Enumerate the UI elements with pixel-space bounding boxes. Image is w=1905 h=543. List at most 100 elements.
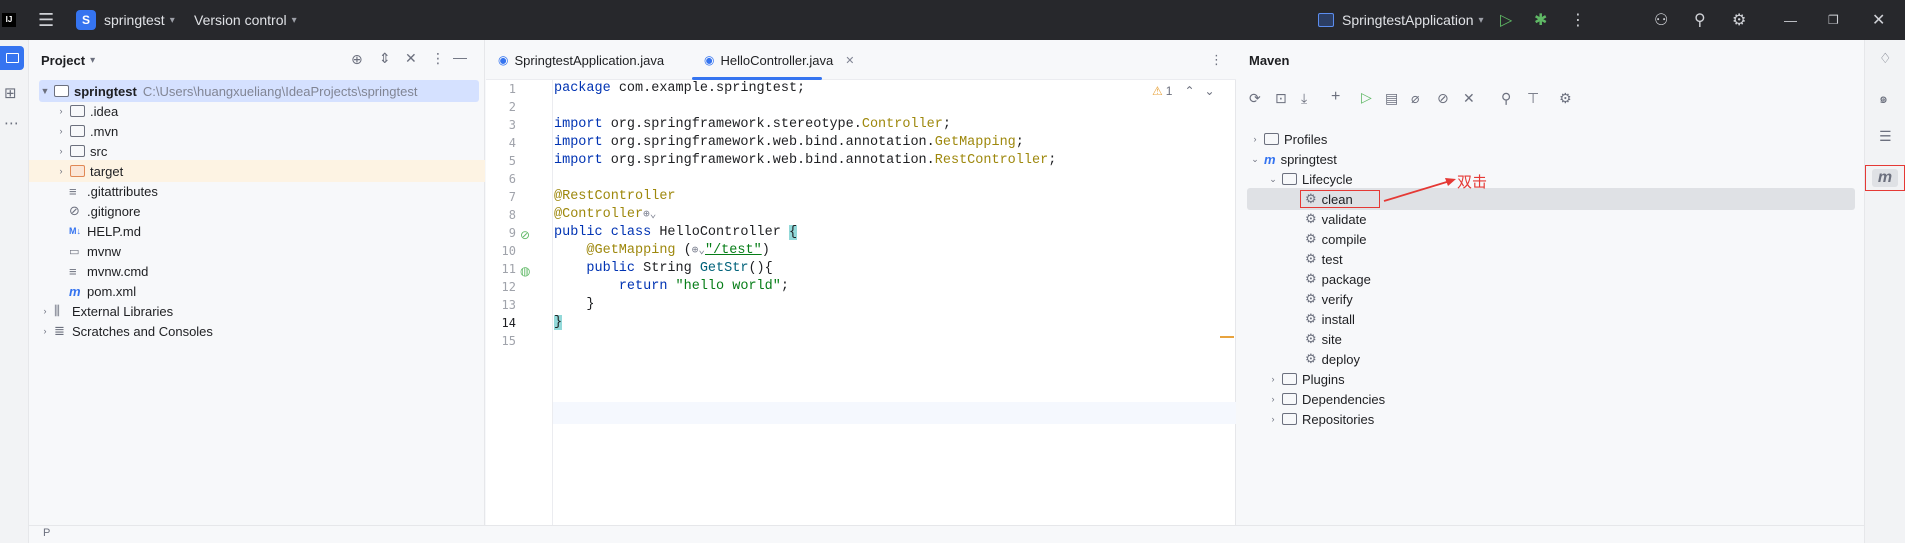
maven-project-springtest[interactable]: ⌄ m springtest xyxy=(1249,148,1337,170)
tree-item-src[interactable]: › src xyxy=(55,140,108,162)
minimize-button[interactable]: — xyxy=(1784,0,1797,40)
tree-item-label: deploy xyxy=(1321,351,1360,367)
java-class-icon: ◉ xyxy=(704,53,715,67)
lifecycle-phase-clean[interactable]: ⚙ clean xyxy=(1305,188,1353,210)
skip-tests-icon[interactable]: ⊘ xyxy=(1437,90,1449,107)
lifecycle-phase-site[interactable]: ⚙ site xyxy=(1305,328,1342,350)
tree-item-label: .idea xyxy=(90,103,119,119)
run-config-selector[interactable]: SpringtestApplication ▾ xyxy=(1318,0,1484,40)
vcs-menu[interactable]: Version control ▾ xyxy=(194,0,297,40)
lifecycle-phase-compile[interactable]: ⚙ compile xyxy=(1305,228,1366,250)
lifecycle-phase-test[interactable]: ⚙ test xyxy=(1305,248,1343,270)
tree-item-help-md[interactable]: M↓ HELP.md xyxy=(69,220,141,242)
structure-tool-button[interactable]: ⊞ xyxy=(4,84,17,102)
code-line-5[interactable]: import org.springframework.web.bind.anno… xyxy=(554,150,1056,172)
tree-item-mvn[interactable]: › .mvn xyxy=(55,120,119,142)
warning-stripe-marker[interactable] xyxy=(1220,336,1234,338)
collapse-all-icon[interactable]: ✕ xyxy=(405,50,417,67)
notifications-icon[interactable]: ♢ xyxy=(1879,50,1892,67)
more-vertical-icon[interactable]: ⋮ xyxy=(431,50,445,67)
add-user-button[interactable]: ⚇ xyxy=(1654,0,1668,40)
ai-assistant-icon[interactable]: ๑ xyxy=(1879,88,1888,110)
expand-all-icon[interactable]: ⇕ xyxy=(379,50,391,67)
maven-dependencies[interactable]: › Dependencies xyxy=(1267,388,1386,410)
globe-icon[interactable]: ⊕⌄ xyxy=(643,209,656,221)
editor-more-button[interactable]: ⋮ xyxy=(1210,40,1223,80)
globe-icon[interactable]: ⊕⌄ xyxy=(692,245,705,257)
lifecycle-phase-package[interactable]: ⚙ package xyxy=(1305,268,1371,290)
tab-hello-controller[interactable]: ◉ HelloController.java ✕ xyxy=(704,40,854,80)
more-actions-button[interactable]: ⋮ xyxy=(1570,0,1586,40)
reload-icon[interactable]: ⟳ xyxy=(1249,90,1261,107)
code-line-14[interactable]: } xyxy=(554,312,563,334)
database-icon[interactable]: ☰ xyxy=(1879,128,1892,145)
lifecycle-phase-validate[interactable]: ⚙ validate xyxy=(1305,208,1366,230)
chevron-down-icon[interactable]: ⌄ xyxy=(1205,84,1215,98)
tree-item-label: mvnw xyxy=(87,243,121,259)
tree-item-mvnw[interactable]: ▭ mvnw xyxy=(69,240,121,262)
chevron-down-icon: ⌄ xyxy=(1251,153,1259,164)
tree-item-gitignore[interactable]: ⊘ .gitignore xyxy=(69,200,140,222)
collapse-icon[interactable]: ✕ xyxy=(1463,90,1475,107)
project-panel-title[interactable]: Project ▾ xyxy=(29,40,95,80)
folder-icon xyxy=(70,125,85,137)
debug-button[interactable]: ✱ xyxy=(1534,0,1547,40)
maven-plugins[interactable]: › Plugins xyxy=(1267,368,1345,390)
maven-repositories[interactable]: › Repositories xyxy=(1267,408,1375,430)
restore-button[interactable]: ❐ xyxy=(1828,0,1839,40)
close-tab-icon[interactable]: ✕ xyxy=(845,54,854,67)
hide-panel-icon[interactable]: — xyxy=(453,49,467,65)
lifecycle-phase-deploy[interactable]: ⚙ deploy xyxy=(1305,348,1360,370)
tree-item-scratches[interactable]: › ≣ Scratches and Consoles xyxy=(39,320,213,342)
project-badge: S xyxy=(76,10,96,30)
request-mapping-icon[interactable]: ◍ xyxy=(520,264,530,278)
maven-lifecycle[interactable]: ⌄ Lifecycle xyxy=(1267,168,1352,190)
chevron-right-icon: › xyxy=(1271,374,1275,384)
folder-icon xyxy=(1264,133,1279,145)
maven-profiles[interactable]: › Profiles xyxy=(1249,128,1328,150)
gear-icon[interactable]: ⚙ xyxy=(1559,90,1572,107)
close-button[interactable]: ✕ xyxy=(1872,0,1885,40)
folder-icon xyxy=(1282,413,1297,425)
show-dependencies-icon[interactable]: ⊤ xyxy=(1527,90,1539,107)
maven-tool-button[interactable]: m xyxy=(1865,165,1905,191)
lifecycle-phase-verify[interactable]: ⚙ verify xyxy=(1305,288,1353,310)
offline-icon[interactable]: ⌀ xyxy=(1411,90,1419,107)
more-horizontal-icon: ⋯ xyxy=(4,115,19,132)
tree-item-label: package xyxy=(1321,271,1371,287)
project-tool-button[interactable] xyxy=(0,46,24,70)
lifecycle-phase-install[interactable]: ⚙ install xyxy=(1305,308,1355,330)
tab-label: SpringtestApplication.java xyxy=(514,52,665,68)
tree-item-pom-xml[interactable]: m pom.xml xyxy=(69,280,136,302)
analyze-icon[interactable]: ⚲ xyxy=(1501,90,1511,107)
tree-item-idea[interactable]: › .idea xyxy=(55,100,119,122)
settings-button[interactable]: ⚙ xyxy=(1732,0,1746,40)
run-config-icon[interactable]: ▤ xyxy=(1385,90,1398,107)
java-class-icon: ◉ xyxy=(498,53,509,67)
run-icon[interactable]: ▷ xyxy=(1361,89,1372,106)
gear-icon: ⚙ xyxy=(1305,271,1317,286)
tree-item-external-libraries[interactable]: › ⫼ External Libraries xyxy=(39,300,174,322)
main-menu-button[interactable]: ☰ xyxy=(38,0,54,40)
spring-bean-icon[interactable]: ⊘ xyxy=(520,228,530,242)
inspection-widget[interactable]: ⚠ 1 ⌃ ⌄ xyxy=(1152,84,1215,98)
add-icon[interactable]: + xyxy=(1331,88,1340,106)
restore-icon: ❐ xyxy=(1828,13,1839,27)
chevron-up-icon[interactable]: ⌃ xyxy=(1184,84,1194,98)
tree-root-springtest[interactable]: ▼ springtest C:\Users\huangxueliang\Idea… xyxy=(39,80,479,102)
project-switcher[interactable]: S springtest ▾ xyxy=(76,0,175,40)
download-icon[interactable]: ⤓ xyxy=(1301,90,1307,107)
locate-icon[interactable]: ⊕ xyxy=(351,51,363,68)
run-button[interactable]: ▷ xyxy=(1500,0,1512,40)
tab-springtest-application[interactable]: ◉ SpringtestApplication.java xyxy=(498,40,664,80)
code-line-1[interactable]: package com.example.springtest; xyxy=(554,78,805,100)
chevron-down-icon: ▾ xyxy=(90,54,96,66)
tree-item-gitattributes[interactable]: ≡ .gitattributes xyxy=(69,180,158,202)
generate-sources-icon[interactable]: ⊡ xyxy=(1275,90,1287,107)
tree-item-target[interactable]: › target xyxy=(29,160,485,182)
more-tools-button[interactable]: ⋯ xyxy=(4,114,19,132)
maven-panel-title: Maven xyxy=(1249,52,1290,68)
tree-item-mvnw-cmd[interactable]: ≡ mvnw.cmd xyxy=(69,260,148,282)
search-button[interactable]: ⚲ xyxy=(1694,0,1706,40)
markdown-icon: M↓ xyxy=(69,226,81,236)
